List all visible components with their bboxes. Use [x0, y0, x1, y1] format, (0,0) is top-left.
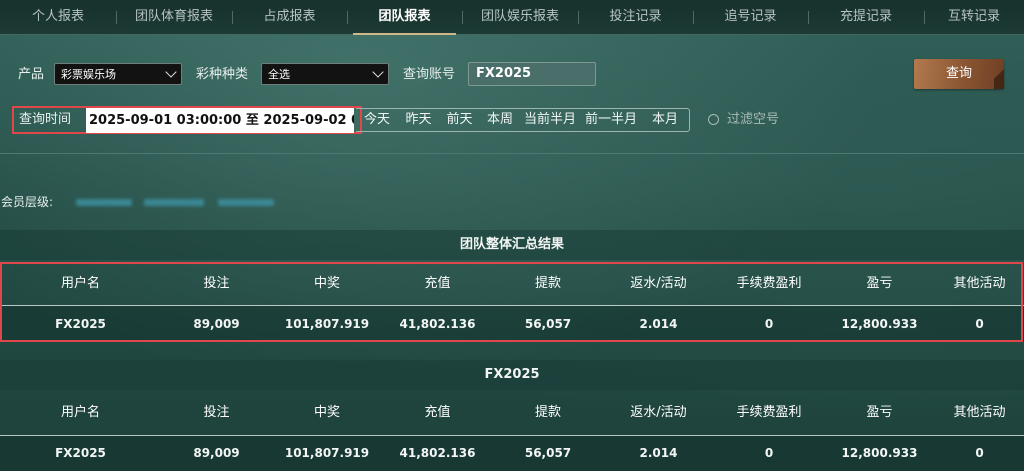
column-header: 充值	[424, 405, 451, 420]
table-cell: 41,802.136	[399, 446, 476, 460]
quick-range-group: 今天 昨天 前天 本周 当前半月 前一半月 本月	[356, 108, 690, 132]
table-cell: 0	[764, 446, 774, 460]
time-label: 查询时间	[19, 112, 72, 127]
tab-team-report[interactable]: 团队报表	[347, 0, 462, 35]
filter-divider	[0, 153, 1024, 154]
tab-share-report[interactable]: 占成报表	[232, 0, 347, 34]
member-level-label: 会员层级:	[1, 195, 54, 209]
summary-highlight-box	[0, 262, 1023, 342]
tab-transfer-records[interactable]: 互转记录	[924, 0, 1024, 34]
quick-range-day-before[interactable]: 前天	[439, 109, 480, 131]
chevron-down-icon	[165, 66, 177, 78]
column-header: 投注	[203, 405, 230, 420]
tab-deposit-withdraw-records[interactable]: 充提记录	[808, 0, 924, 34]
detail-header-row: 用户名 投注 中奖 充值 提款 返水/活动 手续费盈利 盈亏 其他活动	[0, 393, 1024, 433]
column-header: 提款	[534, 405, 561, 420]
time-range-input[interactable]: 2025-09-01 03:00:00 至 2025-09-02 03:00:0…	[86, 108, 354, 133]
table-cell: 2.014	[639, 446, 678, 460]
table-cell: 89,009	[193, 446, 240, 460]
tab-team-sports-report[interactable]: 团队体育报表	[116, 0, 232, 34]
blurred-member-path	[218, 199, 274, 206]
product-select[interactable]: 彩票娱乐场	[54, 63, 182, 85]
detail-title: FX2025	[484, 367, 540, 382]
quick-range-this-week[interactable]: 本周	[480, 109, 520, 131]
table-cell: 101,807.919	[284, 446, 370, 460]
column-header: 中奖	[313, 405, 340, 420]
table-cell: FX2025	[55, 446, 106, 460]
blurred-member-path	[76, 199, 132, 206]
lottery-type-label: 彩种种类	[196, 67, 249, 82]
quick-range-yesterday[interactable]: 昨天	[398, 109, 439, 131]
blurred-member-path	[144, 199, 204, 206]
chevron-down-icon	[372, 66, 384, 78]
report-tabs: 个人报表 团队体育报表 占成报表 团队报表 团队娱乐报表 投注记录 追号记录 充…	[0, 0, 1024, 35]
quick-range-previous-half-month[interactable]: 前一半月	[580, 109, 642, 131]
product-label: 产品	[18, 67, 45, 82]
query-button[interactable]: 查询	[914, 59, 1004, 89]
tab-team-entertainment-report[interactable]: 团队娱乐报表	[462, 0, 578, 34]
tab-chase-records[interactable]: 追号记录	[693, 0, 808, 34]
summary-title: 团队整体汇总结果	[459, 237, 564, 252]
filter-empty-radio[interactable]	[708, 114, 719, 125]
lottery-type-select-value: 全选	[268, 68, 290, 81]
quick-range-current-half-month[interactable]: 当前半月	[520, 109, 580, 131]
column-header: 手续费盈利	[736, 405, 802, 420]
column-header: 用户名	[60, 405, 100, 420]
tab-personal-report[interactable]: 个人报表	[0, 0, 116, 34]
table-cell: 12,800.933	[841, 446, 918, 460]
product-select-value: 彩票娱乐场	[61, 68, 116, 81]
table-row: FX2025 89,009 101,807.919 41,802.136 56,…	[0, 436, 1024, 471]
account-input[interactable]: FX2025	[468, 62, 596, 86]
account-label: 查询账号	[403, 67, 456, 82]
filter-empty-label: 过滤空号	[727, 112, 780, 127]
table-cell: 0	[975, 446, 984, 460]
quick-range-today[interactable]: 今天	[356, 109, 398, 131]
column-header: 其他活动	[953, 405, 1006, 420]
tab-bet-records[interactable]: 投注记录	[578, 0, 693, 34]
quick-range-this-month[interactable]: 本月	[642, 109, 688, 131]
column-header: 盈亏	[866, 405, 893, 420]
lottery-type-select[interactable]: 全选	[261, 63, 389, 85]
column-header: 返水/活动	[630, 405, 687, 420]
table-cell: 56,057	[524, 446, 572, 460]
